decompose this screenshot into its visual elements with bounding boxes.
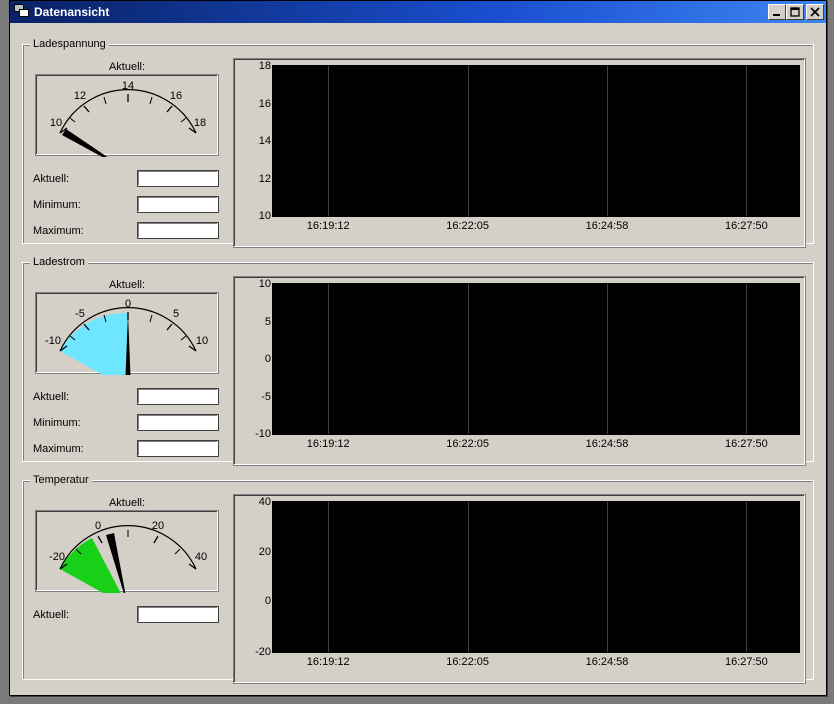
gauge-dial-temperatur: -20 0 20 40 xyxy=(36,511,220,593)
input-ladespannung-minimum[interactable] xyxy=(137,196,219,213)
gauge-caption: Aktuell: xyxy=(36,279,218,291)
label-maximum: Maximum: xyxy=(33,443,137,455)
svg-text:16: 16 xyxy=(170,90,182,102)
input-ladestrom-aktuell[interactable] xyxy=(137,388,219,405)
window-title: Datenansicht xyxy=(34,5,768,19)
label-minimum: Minimum: xyxy=(33,199,137,211)
plot-temperatur: 40 20 0 -20 16:19:12 16:22:05 16:24:58 1… xyxy=(233,494,806,684)
app-icon xyxy=(14,4,30,20)
gauge-temperatur: Aktuell: xyxy=(35,510,219,592)
svg-text:0: 0 xyxy=(125,298,131,310)
svg-text:0: 0 xyxy=(95,520,101,532)
gauge-caption: Aktuell: xyxy=(36,61,218,73)
svg-text:14: 14 xyxy=(122,80,134,92)
svg-text:10: 10 xyxy=(50,117,62,129)
legend-ladespannung: Ladespannung xyxy=(30,38,109,50)
gauge-ladestrom: Aktuell: xyxy=(35,292,219,374)
titlebar[interactable]: Datenansicht xyxy=(10,1,826,23)
svg-text:5: 5 xyxy=(173,308,179,320)
gauge-needle-icon xyxy=(62,129,128,157)
client-area: Ladespannung Aktuell: xyxy=(13,26,823,692)
svg-text:12: 12 xyxy=(74,90,86,102)
legend-ladestrom: Ladestrom xyxy=(30,256,88,268)
input-ladestrom-maximum[interactable] xyxy=(137,440,219,457)
strip-chart: 10 5 0 -5 -10 16:19:12 16:22:05 16:24:58… xyxy=(272,283,800,435)
svg-text:-5: -5 xyxy=(75,308,85,320)
svg-text:20: 20 xyxy=(152,520,164,532)
minimize-button[interactable] xyxy=(768,4,786,20)
label-aktuell: Aktuell: xyxy=(33,173,137,185)
svg-text:40: 40 xyxy=(195,551,207,563)
close-button[interactable] xyxy=(806,4,824,20)
label-aktuell: Aktuell: xyxy=(33,391,137,403)
app-window: Datenansicht Ladespannung Aktuell: xyxy=(9,0,827,696)
plot-ladestrom: 10 5 0 -5 -10 16:19:12 16:22:05 16:24:58… xyxy=(233,276,806,466)
svg-text:18: 18 xyxy=(194,117,206,129)
plot-ladespannung: 18 16 14 12 10 16:19:12 16:22:05 16:24:5… xyxy=(233,58,806,248)
label-maximum: Maximum: xyxy=(33,225,137,237)
strip-chart: 40 20 0 -20 16:19:12 16:22:05 16:24:58 1… xyxy=(272,501,800,653)
input-ladespannung-aktuell[interactable] xyxy=(137,170,219,187)
svg-text:10: 10 xyxy=(196,335,208,347)
svg-text:-10: -10 xyxy=(45,335,61,347)
input-ladespannung-maximum[interactable] xyxy=(137,222,219,239)
svg-text:-20: -20 xyxy=(49,551,65,563)
label-minimum: Minimum: xyxy=(33,417,137,429)
gauge-ladespannung: Aktuell: xyxy=(35,74,219,156)
input-temperatur-aktuell[interactable] xyxy=(137,606,219,623)
maximize-button[interactable] xyxy=(786,4,804,20)
gauge-dial-ladespannung: 10 12 14 16 18 xyxy=(36,75,220,157)
strip-chart: 18 16 14 12 10 16:19:12 16:22:05 16:24:5… xyxy=(272,65,800,217)
label-aktuell: Aktuell: xyxy=(33,609,137,621)
gauge-dial-ladestrom: -10 -5 0 5 10 xyxy=(36,293,220,375)
gauge-caption: Aktuell: xyxy=(36,497,218,509)
group-ladestrom: Ladestrom Aktuell: xyxy=(22,256,814,462)
group-ladespannung: Ladespannung Aktuell: xyxy=(22,38,814,244)
group-temperatur: Temperatur Aktuell: xyxy=(22,474,814,680)
input-ladestrom-minimum[interactable] xyxy=(137,414,219,431)
legend-temperatur: Temperatur xyxy=(30,474,92,486)
